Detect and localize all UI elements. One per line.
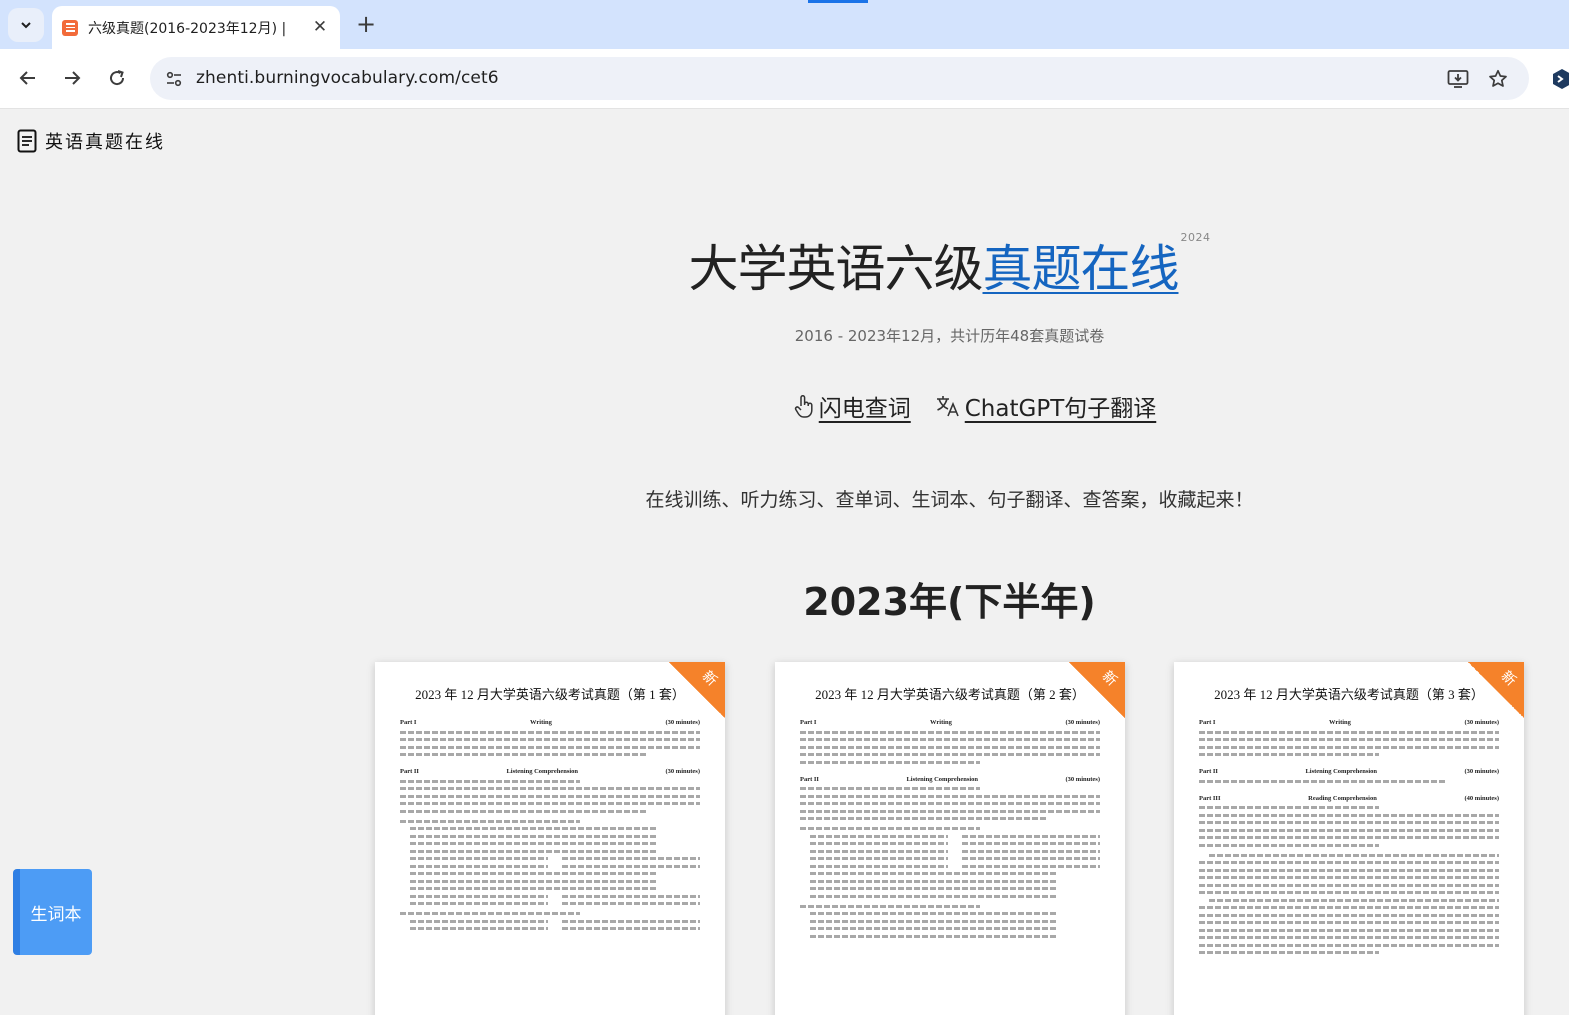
paper-card-1[interactable]: 新 2023 年 12 月大学英语六级考试真题（第 1 套） Part I Wri…: [375, 662, 725, 1015]
paper-preview: Part I Writing (30 minutes) Part II Listeni…: [1199, 714, 1499, 954]
page-title: 大学英语六级真题在线2024: [0, 229, 1569, 301]
hand-pointer-icon: [794, 394, 813, 418]
title-year-badge: 2024: [1180, 231, 1211, 244]
browser-tabstrip: 六级真题(2016-2023年12月) | ✕ +: [0, 0, 1569, 49]
tune-icon: [166, 71, 182, 87]
tagline: 在线训练、听力练习、查单词、生词本、句子翻译、查答案，收藏起来！: [645, 489, 1254, 511]
bookmark-button[interactable]: [1486, 67, 1510, 91]
tab-close-icon[interactable]: ✕: [310, 17, 330, 37]
back-arrow-icon: [19, 71, 35, 85]
year-heading: 2023年(下半年): [803, 580, 1096, 624]
browser-tab-active[interactable]: 六级真题(2016-2023年12月) | ✕: [52, 6, 340, 49]
paper-preview: Part I Writing (30 minutes) Part II Listeni…: [400, 714, 700, 930]
tab-title: 六级真题(2016-2023年12月) |: [88, 20, 287, 37]
paper-preview: Part I Writing (30 minutes) Part II Listeni…: [800, 714, 1100, 938]
new-tab-button[interactable]: +: [352, 10, 380, 38]
feature-lookup-label: 闪电查词: [818, 396, 911, 422]
tab-search-button[interactable]: [8, 8, 44, 42]
site-favicon-icon: [62, 19, 78, 36]
paper-title: 2023 年 12 月大学英语六级考试真题（第 2 套）: [815, 687, 1085, 702]
paper-card-2[interactable]: 新 2023 年 12 月大学英语六级考试真题（第 2 套） Part I Wri…: [775, 662, 1125, 1015]
extension-icon[interactable]: [1550, 67, 1569, 91]
paper-title: 2023 年 12 月大学英语六级考试真题（第 3 套）: [1214, 687, 1484, 702]
back-button[interactable]: [13, 63, 43, 93]
page-subtitle: 2016 - 2023年12月，共计历年48套真题试卷: [794, 327, 1105, 345]
tab-loading-indicator: [808, 0, 868, 3]
install-app-button[interactable]: [1446, 67, 1470, 91]
site-brand[interactable]: 英语真题在线: [17, 128, 165, 154]
brand-name: 英语真题在线: [45, 132, 165, 153]
reload-icon: [110, 70, 125, 86]
install-app-icon: [1447, 70, 1469, 88]
star-icon: [1489, 69, 1507, 87]
forward-arrow-icon: [65, 71, 81, 85]
site-info-button[interactable]: [160, 65, 188, 93]
paper-title: 2023 年 12 月大学英语六级考试真题（第 1 套）: [415, 687, 685, 702]
feature-translate-label: ChatGPT句子翻译: [964, 396, 1157, 422]
title-accent-link[interactable]: 真题在线: [983, 240, 1180, 298]
address-bar[interactable]: zhenti.burningvocabulary.com/cet6: [150, 57, 1529, 100]
reload-button[interactable]: [102, 63, 132, 93]
title-plain: 大学英语六级: [688, 240, 984, 298]
translate-icon: [936, 396, 959, 417]
document-icon: [17, 129, 37, 153]
vocab-book-button[interactable]: 生词本: [13, 869, 92, 955]
feature-translate-link[interactable]: ChatGPT句子翻译: [935, 389, 1157, 423]
feature-lookup-link[interactable]: 闪电查词: [793, 389, 911, 423]
paper-card-3[interactable]: 新 2023 年 12 月大学英语六级考试真题（第 3 套） Part I Wri…: [1174, 662, 1524, 1015]
browser-toolbar: zhenti.burningvocabulary.com/cet6: [0, 49, 1569, 109]
forward-button[interactable]: [57, 63, 87, 93]
feature-links: 闪电查词 ChatGPT句子翻译: [0, 389, 1569, 423]
url-text[interactable]: zhenti.burningvocabulary.com/cet6: [196, 68, 499, 88]
page-content: 英语真题在线 大学英语六级真题在线2024 2016 - 2023年12月，共计…: [0, 109, 1569, 1015]
chevron-down-icon: [21, 22, 31, 29]
